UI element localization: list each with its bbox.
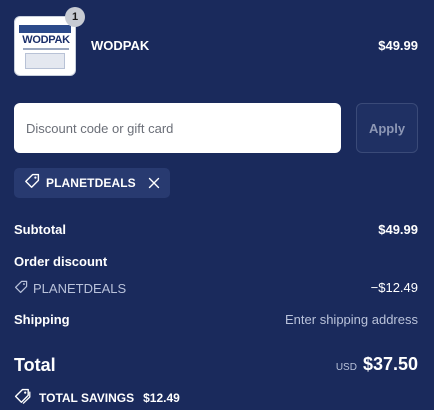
thumbnail-line <box>23 48 69 50</box>
order-discount-row: Order discount <box>14 254 418 272</box>
order-discount-label: Order discount <box>14 254 108 269</box>
product-thumbnail: WODPAK <box>14 16 76 76</box>
product-name: WODPAK <box>91 38 150 53</box>
applied-discount-chip: PLANETDEALS <box>14 168 170 198</box>
line-item: WODPAK 1 WODPAK $49.99 <box>14 7 418 76</box>
subtotal-value: $49.99 <box>378 222 418 237</box>
savings-label: TOTAL SAVINGS <box>39 390 135 405</box>
shipping-label: Shipping <box>14 312 70 327</box>
discount-code-info: PLANETDEALS <box>14 280 126 297</box>
thumbnail-box <box>25 53 65 69</box>
shipping-value: Enter shipping address <box>285 312 418 327</box>
total-label: Total <box>14 355 56 375</box>
quantity-badge: 1 <box>65 7 85 27</box>
total-amount: $37.50 <box>362 354 418 374</box>
shipping-row: Shipping Enter shipping address <box>14 312 418 330</box>
discount-code-name: PLANETDEALS <box>33 281 127 296</box>
subtotal-label: Subtotal <box>14 222 66 237</box>
apply-button[interactable]: Apply <box>356 103 418 153</box>
total-value: USD $37.50 <box>336 354 418 375</box>
tag-icon <box>14 280 28 297</box>
savings-value: $12.49 <box>143 390 180 405</box>
currency-code: USD <box>335 362 357 373</box>
product-price: $49.99 <box>378 38 418 53</box>
total-savings: TOTAL SAVINGS $12.49 <box>14 388 180 407</box>
thumbnail-brand: WODPAK <box>22 34 70 46</box>
discount-code-row: PLANETDEALS −$12.49 <box>14 280 418 298</box>
applied-code-label: PLANETDEALS <box>46 176 136 190</box>
discount-code-input[interactable] <box>14 103 341 153</box>
discount-value: −$12.49 <box>370 280 418 295</box>
close-icon[interactable] <box>146 175 162 191</box>
thumbnail-band <box>19 25 71 33</box>
subtotal-row: Subtotal $49.99 <box>14 222 418 240</box>
tag-icon <box>24 173 40 194</box>
savings-tag-icon <box>14 388 32 407</box>
